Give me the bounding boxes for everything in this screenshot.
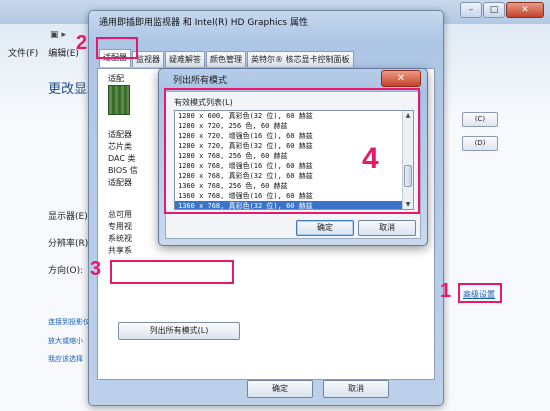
dialog-title: 通用即插即用监视器 和 Intel(R) HD Graphics 属性 [99, 18, 308, 28]
info-bios: BIOS 信 [108, 166, 138, 175]
cancel-button[interactable]: 取消 [358, 220, 416, 236]
window-controls: – □ ✕ [460, 2, 544, 18]
identify-button[interactable]: (C) [462, 112, 498, 127]
projector-link[interactable]: 连接到投影仪 [48, 317, 90, 327]
memory-dedicated: 专用视 [108, 222, 132, 231]
help-link[interactable]: 我应该选择 [48, 354, 83, 364]
display-label: 显示器(E): [48, 212, 91, 222]
close-button[interactable]: ✕ [506, 2, 544, 18]
step-number-2: 2 [76, 32, 88, 54]
menu-edit[interactable]: 编辑(E) [48, 46, 79, 59]
memory-total: 总可用 [108, 210, 132, 219]
highlight-advanced-settings [458, 283, 502, 303]
graphics-card-icon [108, 85, 130, 115]
monitor-icon: ▣ [50, 30, 59, 40]
info-adapter-string: 适配器 [108, 178, 132, 187]
highlight-adapter-tab [96, 37, 138, 59]
step-number-4: 4 [362, 142, 379, 175]
zoom-link[interactable]: 放大或缩小 [48, 336, 83, 346]
menu-file[interactable]: 文件(F) [8, 46, 38, 59]
detect-button[interactable]: (D) [462, 136, 498, 151]
memory-system: 系统视 [108, 234, 132, 243]
minimize-button[interactable]: – [460, 2, 482, 18]
info-dac: DAC 类 [108, 154, 136, 163]
highlight-modes-list [164, 88, 420, 214]
step-number-3: 3 [90, 258, 102, 280]
highlight-list-all-button [110, 260, 234, 284]
step-number-1: 1 [440, 280, 452, 302]
ok-button[interactable]: 确定 [247, 380, 313, 398]
info-adapter: 适配器 [108, 130, 132, 139]
adapter-type-label: 适配 [108, 74, 124, 83]
dialog-title: 列出所有模式 [173, 76, 228, 86]
info-chip: 芯片类 [108, 142, 132, 151]
close-button[interactable]: ✕ [381, 70, 421, 87]
orientation-label: 方向(O): [48, 266, 84, 276]
memory-shared: 共享系 [108, 246, 132, 255]
tab-intel-control-panel[interactable]: 英特尔® 核芯显卡控制面板 [247, 51, 354, 67]
tab-troubleshoot[interactable]: 疑难解答 [165, 51, 205, 67]
maximize-button[interactable]: □ [483, 2, 505, 18]
list-all-modes-button[interactable]: 列出所有模式(L) [118, 322, 240, 340]
ok-button[interactable]: 确定 [296, 220, 354, 236]
cancel-button[interactable]: 取消 [323, 380, 389, 398]
tab-color-management[interactable]: 颜色管理 [206, 51, 246, 67]
resolution-label: 分辨率(R): [48, 239, 92, 249]
chevron-right-icon: ▸ [61, 30, 67, 40]
